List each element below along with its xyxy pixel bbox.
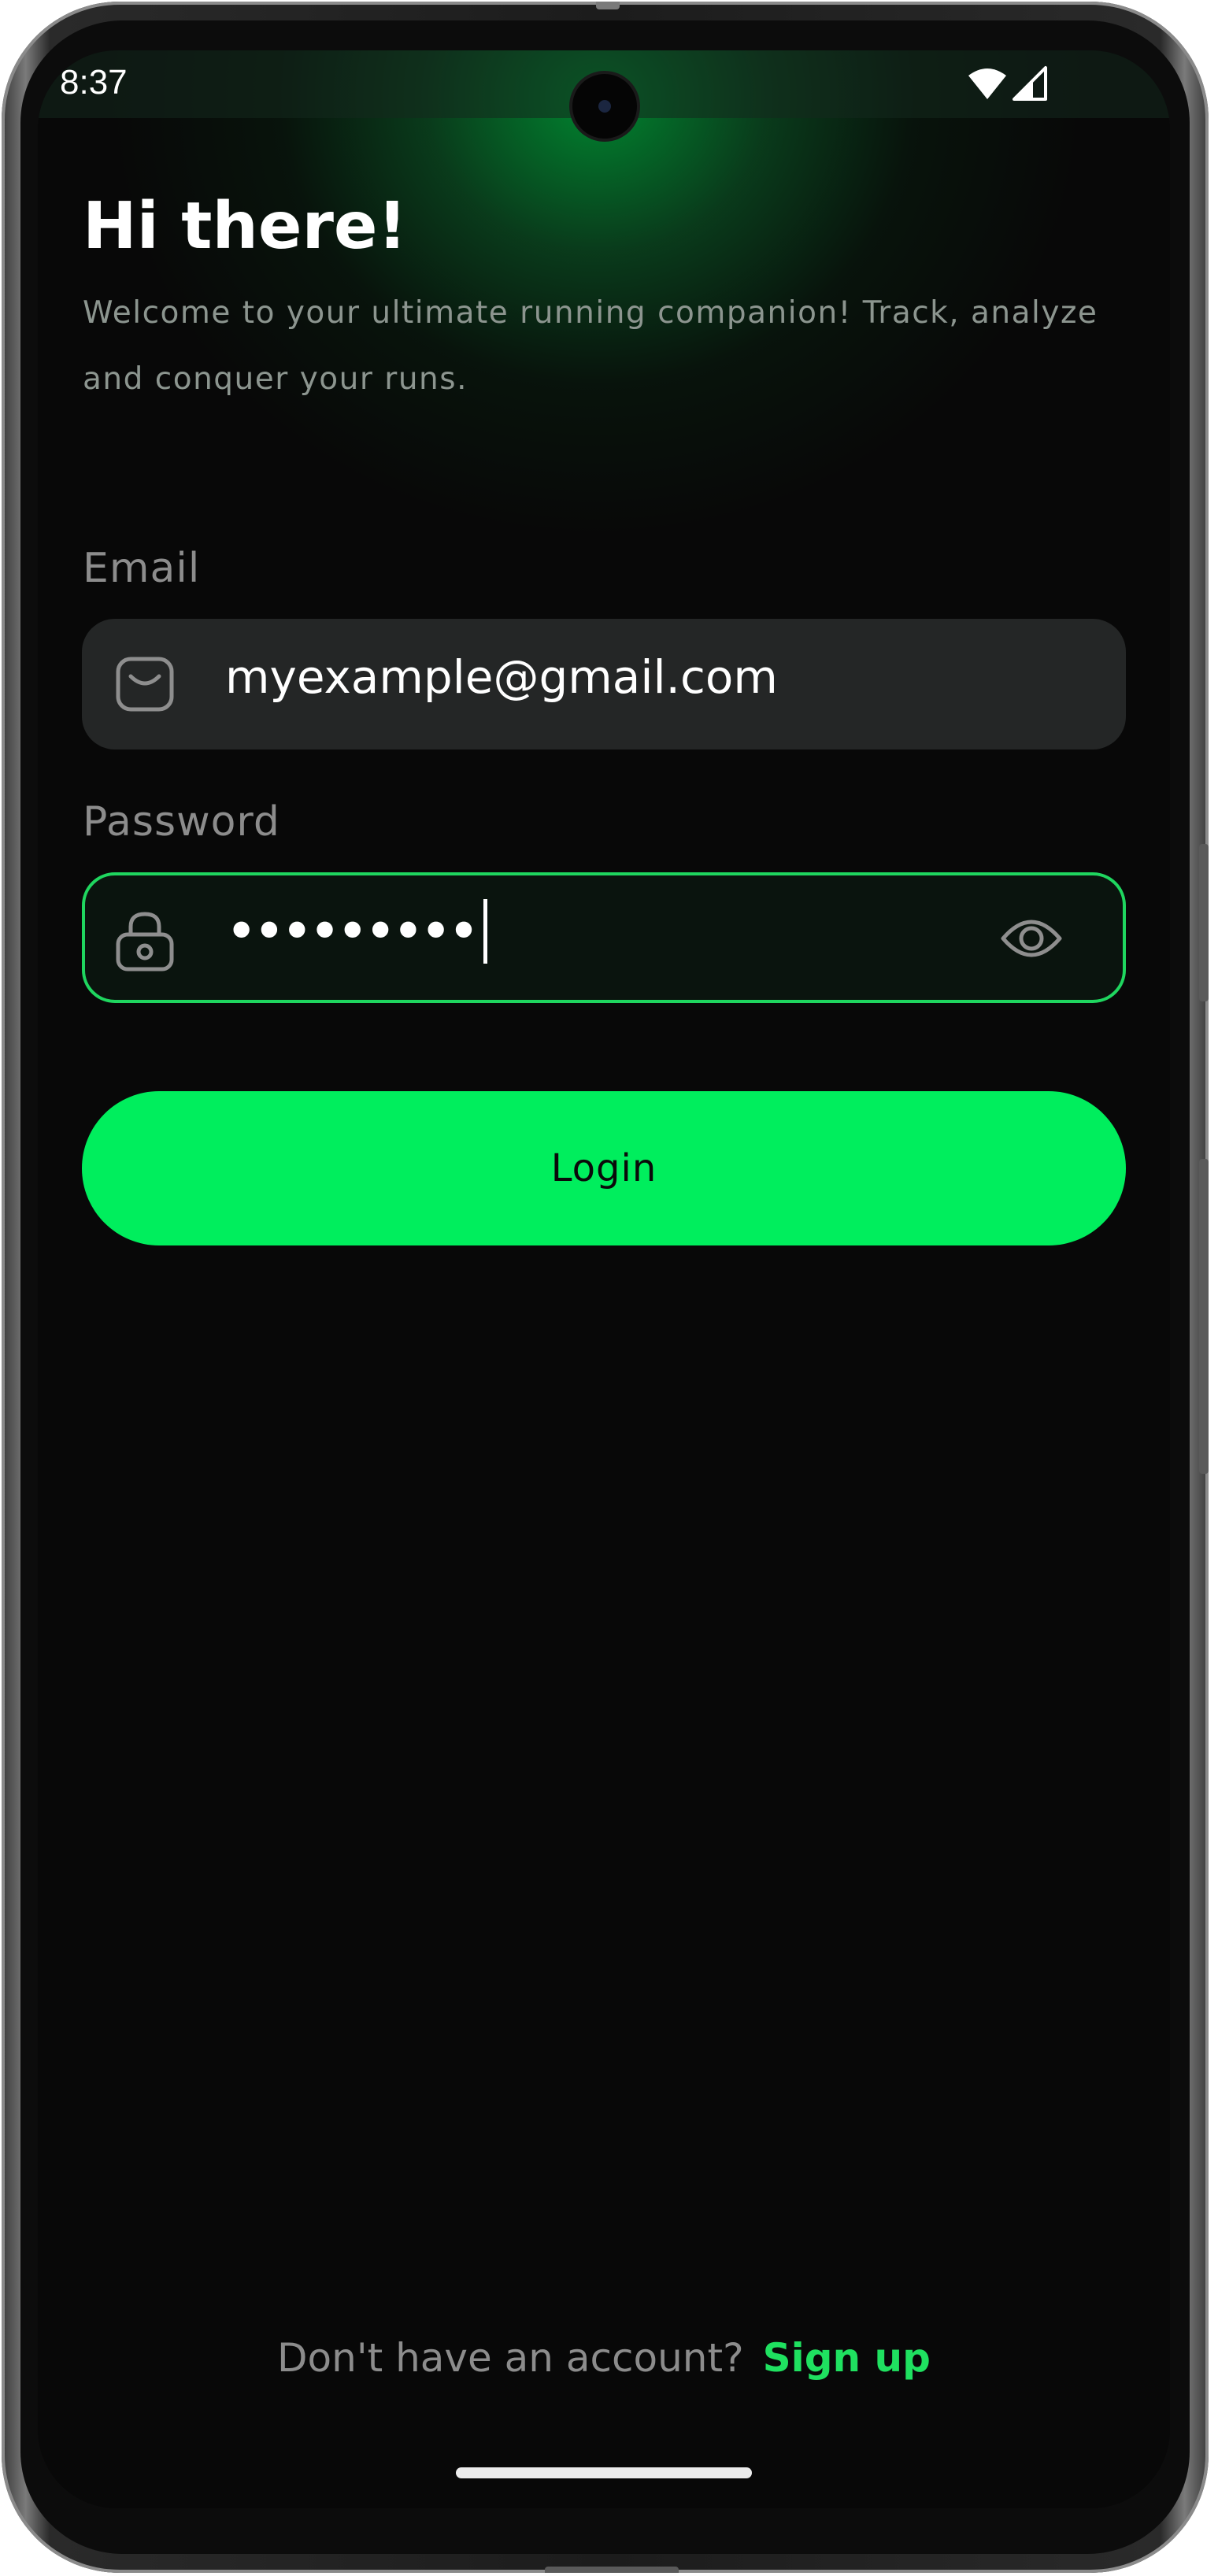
- status-time: 8:37: [60, 63, 128, 102]
- volume-button: [1199, 1159, 1209, 1474]
- password-label: Password: [83, 798, 280, 846]
- email-label: Email: [83, 545, 201, 592]
- email-value: myexample@gmail.com: [225, 650, 778, 704]
- login-button[interactable]: Login: [82, 1091, 1126, 1245]
- status-icons: [967, 65, 1061, 107]
- signup-prompt: Don't have an account? Sign up: [38, 2335, 1170, 2381]
- password-dots: •••••••••: [225, 899, 480, 964]
- lock-icon: [115, 909, 175, 972]
- email-field[interactable]: myexample@gmail.com: [82, 619, 1126, 749]
- sign-up-link[interactable]: Sign up: [763, 2335, 931, 2381]
- power-button: [1199, 844, 1209, 1001]
- front-camera: [572, 74, 637, 139]
- eye-icon[interactable]: [998, 907, 1064, 970]
- home-indicator[interactable]: [456, 2467, 752, 2478]
- wifi-icon: [968, 68, 1006, 99]
- password-field[interactable]: •••••••••: [82, 872, 1126, 1003]
- page-title: Hi there!: [83, 189, 407, 264]
- cellular-signal-icon: [1013, 66, 1047, 101]
- mail-icon: [115, 656, 175, 712]
- page-subtitle: Welcome to your ultimate running compani…: [83, 295, 1098, 397]
- text-cursor: [483, 898, 487, 964]
- password-value: •••••••••: [225, 898, 487, 964]
- signup-prompt-text: Don't have an account?: [277, 2335, 744, 2381]
- frame-bottom-accent: [545, 2567, 679, 2573]
- screen: 8:37 Hi there! Welcome to your ultimate …: [38, 50, 1170, 2508]
- frame-top-accent: [596, 2, 620, 9]
